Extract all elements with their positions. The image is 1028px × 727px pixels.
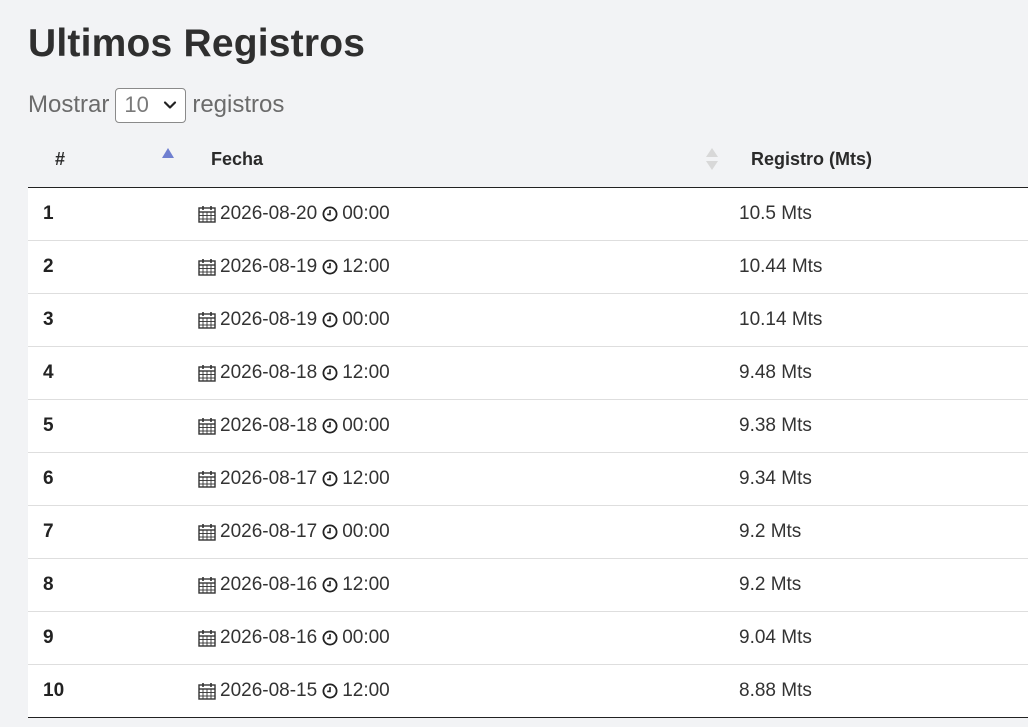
column-header-label: #	[55, 149, 66, 169]
table-row: 4 2026-08-18 12:00 9.48 Mts	[28, 346, 1028, 400]
row-date-cell: 2026-08-18 12:00	[188, 346, 728, 400]
row-value: 9.2 Mts	[728, 505, 1028, 559]
calendar-icon	[198, 205, 216, 223]
page-length-control: Mostrar 10 registros	[28, 86, 284, 124]
row-time: 12:00	[342, 573, 390, 595]
row-value: 9.2 Mts	[728, 558, 1028, 612]
row-date: 2026-08-18	[220, 414, 318, 436]
row-value: 9.48 Mts	[728, 346, 1028, 400]
table-row: 7 2026-08-17 00:00 9.2 Mts	[28, 505, 1028, 559]
calendar-icon	[198, 629, 216, 647]
row-date: 2026-08-17	[220, 520, 318, 542]
row-time: 00:00	[342, 202, 390, 224]
column-header-value[interactable]: Registro (Mts)	[728, 132, 1028, 188]
clock-icon	[322, 524, 338, 539]
table-row: 6 2026-08-17 12:00 9.34 Mts	[28, 452, 1028, 506]
row-date-cell: 2026-08-17 12:00	[188, 452, 728, 506]
calendar-icon	[198, 417, 216, 435]
row-value: 9.34 Mts	[728, 452, 1028, 506]
column-header-index[interactable]: #	[28, 132, 188, 188]
clock-icon	[322, 259, 338, 274]
calendar-icon	[198, 682, 216, 700]
calendar-icon	[198, 523, 216, 541]
length-prefix-label: Mostrar	[28, 91, 110, 118]
row-date: 2026-08-19	[220, 255, 318, 277]
row-time: 12:00	[342, 679, 390, 701]
row-index: 7	[28, 505, 188, 559]
row-date: 2026-08-17	[220, 467, 318, 489]
row-date: 2026-08-18	[220, 361, 318, 383]
row-date: 2026-08-19	[220, 308, 318, 330]
table-header-row: # Fecha Registro (Mts)	[28, 132, 1028, 188]
sort-asc-icon	[162, 148, 174, 158]
row-date: 2026-08-15	[220, 679, 318, 701]
calendar-icon	[198, 470, 216, 488]
sort-both-icon	[706, 148, 718, 170]
row-time: 12:00	[342, 255, 390, 277]
row-time: 00:00	[342, 520, 390, 542]
page-length-select[interactable]: 10	[115, 87, 187, 123]
clock-icon	[322, 365, 338, 380]
row-date-cell: 2026-08-20 00:00	[188, 187, 728, 241]
row-index: 2	[28, 240, 188, 294]
table-row: 3 2026-08-19 00:00 10.14 Mts	[28, 293, 1028, 347]
row-value: 9.04 Mts	[728, 611, 1028, 665]
row-date-cell: 2026-08-19 00:00	[188, 293, 728, 347]
row-time: 00:00	[342, 626, 390, 648]
table-row: 10 2026-08-15 12:00 8.88 Mts	[28, 664, 1028, 718]
row-value: 9.38 Mts	[728, 399, 1028, 453]
row-time: 00:00	[342, 414, 390, 436]
length-suffix-label: registros	[192, 91, 285, 118]
table-row: 1 2026-08-20 00:00 10.5 Mts	[28, 187, 1028, 241]
records-table: # Fecha Registro (Mts) 1 2026-08-20 00:0…	[28, 132, 1028, 718]
row-time: 12:00	[342, 467, 390, 489]
table-row: 5 2026-08-18 00:00 9.38 Mts	[28, 399, 1028, 453]
clock-icon	[322, 683, 338, 698]
row-index: 3	[28, 293, 188, 347]
chevron-down-icon	[164, 100, 177, 109]
row-date-cell: 2026-08-16 12:00	[188, 558, 728, 612]
row-index: 1	[28, 187, 188, 241]
calendar-icon	[198, 311, 216, 329]
column-header-label: Fecha	[211, 149, 264, 169]
clock-icon	[322, 418, 338, 433]
table-body: 1 2026-08-20 00:00 10.5 Mts 2 2026-08-19…	[28, 187, 1028, 718]
column-header-label: Registro (Mts)	[751, 149, 872, 169]
calendar-icon	[198, 364, 216, 382]
row-value: 8.88 Mts	[728, 664, 1028, 718]
row-date-cell: 2026-08-16 00:00	[188, 611, 728, 665]
page-title: Ultimos Registros	[28, 22, 366, 65]
clock-icon	[322, 577, 338, 592]
row-date: 2026-08-16	[220, 626, 318, 648]
row-time: 00:00	[342, 308, 390, 330]
row-date: 2026-08-20	[220, 202, 318, 224]
row-index: 9	[28, 611, 188, 665]
row-index: 5	[28, 399, 188, 453]
row-index: 8	[28, 558, 188, 612]
page-length-selected-value: 10	[124, 92, 149, 117]
table-row: 9 2026-08-16 00:00 9.04 Mts	[28, 611, 1028, 665]
table-row: 2 2026-08-19 12:00 10.44 Mts	[28, 240, 1028, 294]
row-value: 10.5 Mts	[728, 187, 1028, 241]
row-date-cell: 2026-08-18 00:00	[188, 399, 728, 453]
column-header-date[interactable]: Fecha	[188, 132, 728, 188]
calendar-icon	[198, 576, 216, 594]
row-date: 2026-08-16	[220, 573, 318, 595]
row-date-cell: 2026-08-19 12:00	[188, 240, 728, 294]
calendar-icon	[198, 258, 216, 276]
row-index: 6	[28, 452, 188, 506]
table-row: 8 2026-08-16 12:00 9.2 Mts	[28, 558, 1028, 612]
row-index: 4	[28, 346, 188, 400]
clock-icon	[322, 630, 338, 645]
row-time: 12:00	[342, 361, 390, 383]
row-index: 10	[28, 664, 188, 718]
row-value: 10.44 Mts	[728, 240, 1028, 294]
clock-icon	[322, 471, 338, 486]
row-value: 10.14 Mts	[728, 293, 1028, 347]
clock-icon	[322, 312, 338, 327]
clock-icon	[322, 206, 338, 221]
row-date-cell: 2026-08-15 12:00	[188, 664, 728, 718]
row-date-cell: 2026-08-17 00:00	[188, 505, 728, 559]
